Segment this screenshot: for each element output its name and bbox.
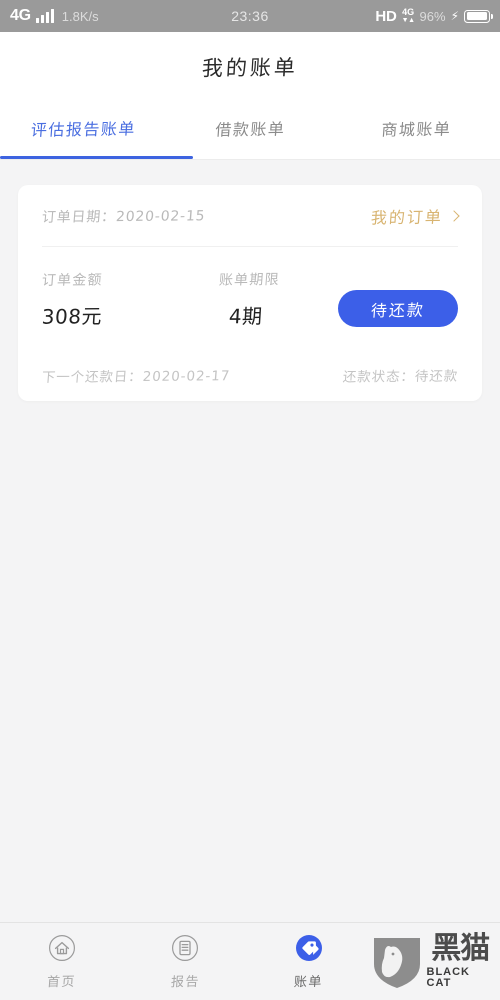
black-cat-watermark: 黑猫 BLACK CAT [371,934,500,990]
repay-button[interactable]: 待还款 [337,290,458,327]
hd-label: HD [375,7,397,25]
home-circle-icon [47,933,77,963]
bill-term-label: 账单期限 [218,271,281,289]
tab-mall-bill[interactable]: 商城账单 [331,101,500,160]
tab-bar: 评估报告账单 借款账单 商城账单 [0,102,500,160]
bill-card[interactable]: 订单日期：2020-02-15 我的订单 订单金额 308元 账单期限 4期 待… [18,185,482,401]
repay-button-label: 待还款 [370,300,426,320]
bill-card-detail-row: 订单金额 308元 账单期限 4期 待还款 [41,247,458,349]
status-bar-left: 4G 1.8K/s [10,7,99,25]
volte-4g-icon: 4G ▼▲ [401,7,415,25]
bill-list-area: 订单日期：2020-02-15 我的订单 订单金额 308元 账单期限 4期 待… [0,161,500,922]
nav-label-report: 报告 [170,974,201,991]
battery-percent-label: 96% [419,8,446,24]
bottom-navigation-bar: 首页 报告 账单 黑猫 BLACK CAT [0,922,500,1000]
chevron-right-icon [448,209,460,222]
repayment-status-label: 还款状态：待还款 [341,368,459,386]
lightning-bolt-icon: ⚡ [450,9,459,23]
next-repayment-date-label: 下一个还款日：2020-02-17 [41,368,231,386]
status-bar-right: HD 4G ▼▲ 96% ⚡ [375,7,493,25]
watermark-cn-label: 黑猫 [431,931,490,966]
network-type-label: 4G [10,7,31,24]
battery-icon [464,9,493,23]
tab-assessment-report-bill[interactable]: 评估报告账单 [0,101,169,160]
cat-shield-icon [371,934,423,990]
my-orders-link[interactable]: 我的订单 [370,204,460,228]
app-header: 我的账单 [0,32,500,102]
volte-4g-label: 4G [402,7,415,17]
order-amount-field: 订单金额 308元 [41,269,219,329]
tab-loan-bill[interactable]: 借款账单 [164,101,335,160]
bill-term-value: 4期 [228,304,264,329]
status-bar: 4G 1.8K/s 23:36 HD 4G ▼▲ 96% ⚡ [0,0,500,32]
watermark-text: 黑猫 BLACK CAT [427,934,495,989]
order-amount-label: 订单金额 [41,272,104,289]
price-tag-circle-icon [294,933,324,963]
nav-label-bill: 账单 [293,974,324,991]
nav-item-report[interactable]: 报告 [124,933,248,990]
data-speed-label: 1.8K/s [61,8,99,24]
nav-item-bill[interactable]: 账单 [247,933,371,990]
tab-active-indicator [0,156,193,159]
order-date-label: 订单日期：2020-02-15 [41,207,206,226]
bill-term-field: 账单期限 4期 [219,269,337,329]
my-orders-label: 我的订单 [370,206,444,228]
watermark-en-label: BLACK CAT [426,966,470,989]
nav-label-home: 首页 [46,974,77,991]
bill-card-footer-row: 下一个还款日：2020-02-17 还款状态：待还款 [41,349,459,401]
nav-item-home[interactable]: 首页 [0,933,124,990]
data-arrows-icon: ▼▲ [401,17,415,24]
document-circle-icon [170,933,200,963]
bill-card-header-row: 订单日期：2020-02-15 我的订单 [41,185,460,247]
signal-bars-icon [35,9,54,23]
page-title: 我的账单 [201,55,299,81]
order-amount-value: 308元 [41,304,103,329]
